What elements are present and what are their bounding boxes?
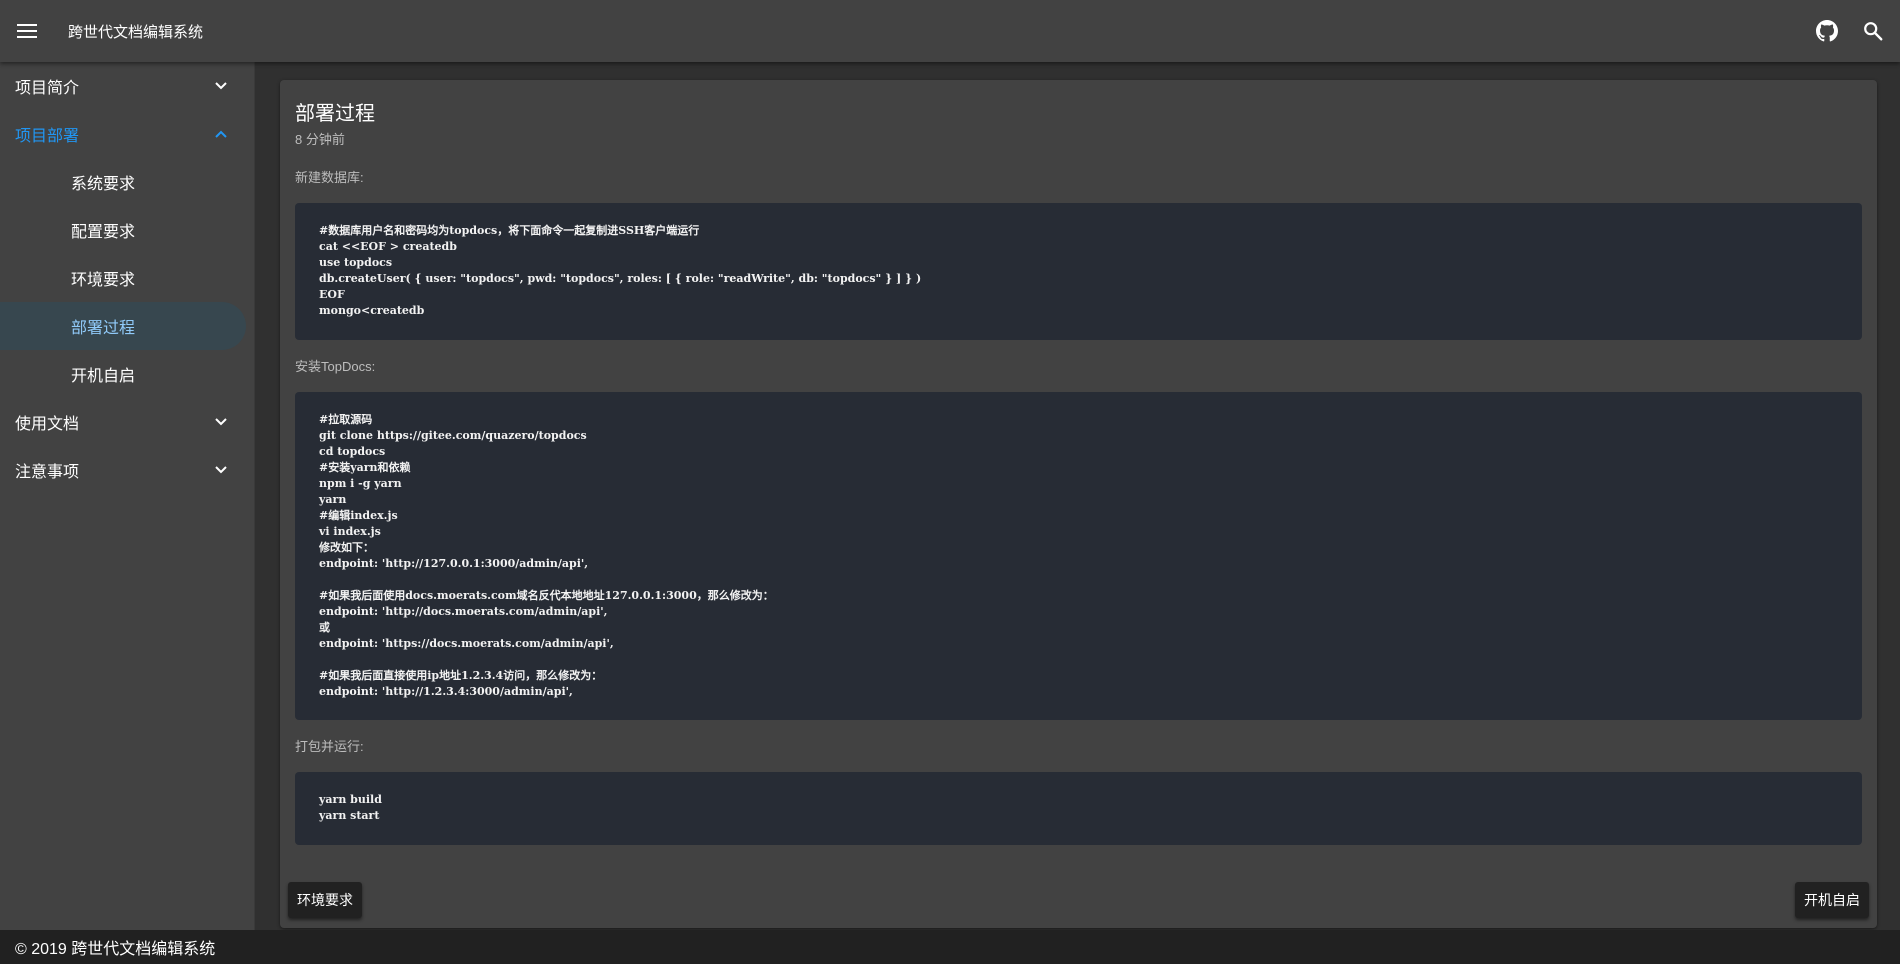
- app-bar: 跨世代文档编辑系统: [0, 0, 1900, 62]
- sidebar-group-notes[interactable]: 注意事项: [0, 446, 254, 494]
- section-label: 安装TopDocs:: [295, 359, 376, 374]
- sidebar-group-label: 使用文档: [15, 416, 80, 433]
- sidebar-group-label: 项目简介: [15, 80, 80, 97]
- sidebar-group-deploy[interactable]: 项目部署: [0, 110, 254, 158]
- sidebar-item-system-requirements[interactable]: 系统要求: [0, 158, 246, 206]
- code-line: #如果我后面直接使用ip地址1.2.3.4访问，那么修改为：: [319, 669, 603, 682]
- code-line: endpoint: 'http://docs.moerats.com/admin…: [319, 605, 608, 618]
- code-line: endpoint: 'http://1.2.3.4:3000/admin/api…: [319, 685, 573, 698]
- footer-copyright: © 2019 跨世代文档编辑系统: [15, 941, 216, 958]
- code-line: yarn: [319, 493, 347, 506]
- sidebar-item-env-requirements[interactable]: 环境要求: [0, 254, 246, 302]
- search-button[interactable]: [1850, 0, 1896, 62]
- chevron-down-icon: [214, 415, 228, 429]
- code-line: db.createUser( { user: "topdocs", pwd: "…: [319, 272, 922, 285]
- code-line: 修改如下：: [319, 541, 374, 554]
- sidebar-group-label: 项目部署: [15, 128, 80, 145]
- code-line: #如果我后面使用docs.moerats.com域名反代本地地址127.0.0.…: [319, 589, 774, 602]
- code-block[interactable]: #拉取源码 git clone https://gitee.com/quazero…: [295, 392, 1862, 720]
- page-timestamp: 8 分钟前: [295, 132, 345, 147]
- github-button[interactable]: [1804, 0, 1850, 62]
- page-title: 部署过程: [295, 103, 375, 125]
- sidebar-group-label: 注意事项: [15, 464, 80, 481]
- chevron-up-icon: [214, 127, 228, 141]
- code-line: vi index.js: [319, 525, 381, 538]
- code-line: #数据库用户名和密码均为topdocs，将下面命令一起复制进SSH客户端运行: [319, 224, 700, 237]
- search-icon: [1864, 22, 1883, 41]
- section-label: 打包并运行:: [295, 739, 364, 754]
- code-line: endpoint: 'https://docs.moerats.com/admi…: [319, 637, 614, 650]
- code-line: yarn build: [319, 793, 382, 806]
- code-line: 或: [319, 621, 330, 634]
- code-line: #拉取源码: [319, 413, 373, 426]
- chevron-down-icon: [214, 79, 228, 93]
- code-line: npm i -g yarn: [319, 477, 402, 490]
- code-line: use topdocs: [319, 256, 393, 269]
- sidebar-item-deploy-process[interactable]: 部署过程: [0, 302, 246, 350]
- sidebar-group-usage-docs[interactable]: 使用文档: [0, 398, 254, 446]
- github-icon: [1816, 20, 1838, 42]
- code-line: endpoint: 'http://127.0.0.1:3000/admin/a…: [319, 557, 589, 570]
- code-line: #安装yarn和依赖: [319, 461, 411, 474]
- menu-button[interactable]: [0, 0, 54, 62]
- section-label: 新建数据库:: [295, 170, 364, 185]
- app-title: 跨世代文档编辑系统: [68, 23, 204, 41]
- sidebar-item-config-requirements[interactable]: 配置要求: [0, 206, 246, 254]
- sidebar-group-intro[interactable]: 项目简介: [0, 62, 254, 110]
- next-page-button[interactable]: 开机自启: [1795, 882, 1869, 918]
- content-card: 部署过程 8 分钟前 新建数据库: #数据库用户名和密码均为topdocs，将下…: [280, 80, 1877, 928]
- code-line: mongo<createdb: [319, 304, 425, 317]
- sidebar-nav: 项目简介 项目部署 系统要求 配置要求 环境要求 部署过程 开机自启 使用文档 …: [0, 62, 255, 930]
- code-line: git clone https://gitee.com/quazero/topd…: [319, 429, 587, 442]
- code-line: EOF: [319, 288, 345, 301]
- footer: © 2019 跨世代文档编辑系统: [0, 930, 1900, 964]
- chevron-down-icon: [214, 463, 228, 477]
- code-line: cd topdocs: [319, 445, 386, 458]
- menu-icon: [17, 24, 37, 38]
- code-line: cat <<EOF > createdb: [319, 240, 457, 253]
- code-line: #编辑index.js: [319, 509, 398, 522]
- prev-page-button[interactable]: 环境要求: [288, 882, 362, 918]
- code-block[interactable]: #数据库用户名和密码均为topdocs，将下面命令一起复制进SSH客户端运行 ca…: [295, 203, 1862, 340]
- code-line: yarn start: [319, 809, 380, 822]
- sidebar-item-autostart[interactable]: 开机自启: [0, 350, 246, 398]
- code-block[interactable]: yarn build yarn start: [295, 772, 1862, 845]
